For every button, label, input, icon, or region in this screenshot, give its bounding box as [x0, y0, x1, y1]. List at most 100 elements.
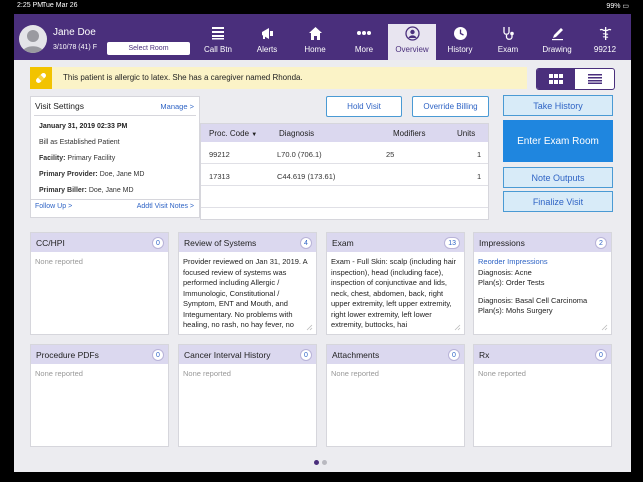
- table-row-empty: [201, 187, 488, 208]
- visit-date: January 31, 2019 02:33 PM: [39, 123, 128, 130]
- grid-view-button[interactable]: [537, 69, 575, 89]
- status-time: 2:25 PM: [17, 2, 44, 9]
- card-cancer-interval-history[interactable]: Cancer Interval History 0 None reported: [178, 344, 317, 447]
- card-rx[interactable]: Rx 0 None reported: [473, 344, 612, 447]
- card-empty-text: None reported: [35, 257, 83, 266]
- top-navigation-bar: Jane Doe 3/10/78 (41) F Select Room Call…: [14, 14, 631, 60]
- resize-handle-icon[interactable]: [306, 324, 313, 331]
- card-attachments[interactable]: Attachments 0 None reported: [326, 344, 465, 447]
- page-dot-active[interactable]: [314, 460, 319, 465]
- nav-exam[interactable]: Exam: [484, 24, 532, 60]
- visit-settings-title: Visit Settings: [35, 101, 84, 111]
- cell-diagnosis: C44.619 (173.61): [277, 172, 336, 181]
- card-title: Impressions: [479, 238, 525, 248]
- nav-label: 99212: [593, 45, 617, 54]
- allergy-banner[interactable]: This patient is allergic to latex. She h…: [30, 67, 527, 89]
- patient-avatar[interactable]: [19, 25, 47, 53]
- impression-diagnosis: Diagnosis: Acne: [478, 267, 532, 277]
- card-exam[interactable]: Exam 13 Exam - Full Skin: scalp (includi…: [326, 232, 465, 335]
- count-badge: 0: [300, 349, 312, 361]
- patient-name: Jane Doe: [53, 27, 96, 38]
- visit-settings-details: January 31, 2019 02:33 PM Bill as Establ…: [34, 115, 196, 199]
- card-header: Impressions 2: [474, 233, 611, 252]
- card-header: Rx 0: [474, 345, 611, 364]
- card-impressions[interactable]: Impressions 2 Reorder Impressions Diagno…: [473, 232, 612, 335]
- header-modifiers: Modifiers: [393, 129, 426, 138]
- bill-as-status: Bill as Established Patient: [39, 139, 120, 146]
- cell-units: 1: [477, 150, 482, 159]
- avatar-silhouette-icon: [22, 30, 44, 53]
- view-toggle: [536, 68, 615, 90]
- card-empty-text: None reported: [478, 369, 526, 378]
- visit-notes-link[interactable]: Addtl Visit Notes >: [137, 203, 194, 210]
- nav-alerts[interactable]: Alerts: [243, 24, 291, 60]
- more-dots-icon: [354, 24, 374, 42]
- nav-billing-code[interactable]: 99212: [581, 24, 629, 60]
- nav-call-button[interactable]: Call Btn: [194, 24, 242, 60]
- status-date: Tue Mar 26: [42, 2, 78, 9]
- hold-visit-button[interactable]: Hold Visit: [326, 96, 402, 117]
- card-header: Cancer Interval History 0: [179, 345, 316, 364]
- card-cc-hpi[interactable]: CC/HPI 0 None reported: [30, 232, 169, 335]
- call-button-icon: [208, 24, 228, 42]
- override-billing-button[interactable]: Override Billing: [412, 96, 489, 117]
- nav-drawing[interactable]: Drawing: [533, 24, 581, 60]
- patient-dob: 3/10/78 (41) F: [53, 44, 97, 51]
- nav-more[interactable]: More: [340, 24, 388, 60]
- card-title: Rx: [479, 350, 490, 360]
- list-icon: [587, 74, 602, 84]
- nav-home[interactable]: Home: [291, 24, 339, 60]
- manage-link[interactable]: Manage >: [160, 102, 194, 111]
- reorder-impressions-link[interactable]: Reorder Impressions: [478, 257, 607, 268]
- provider-value: Doe, Jane MD: [99, 171, 145, 178]
- enter-exam-room-button[interactable]: Enter Exam Room: [503, 120, 613, 162]
- select-room-button[interactable]: Select Room: [107, 42, 190, 55]
- visit-settings-footer: Follow Up > Addtl Visit Notes >: [31, 199, 199, 217]
- facility-value: Primary Facility: [67, 155, 116, 162]
- note-outputs-button[interactable]: Note Outputs: [503, 167, 613, 188]
- table-row[interactable]: 99212 L70.0 (706.1) 25 1: [201, 143, 488, 164]
- stethoscope-icon: [498, 24, 518, 42]
- app-window: Jane Doe 3/10/78 (41) F Select Room Call…: [14, 14, 631, 472]
- page-indicator[interactable]: [312, 460, 332, 466]
- cell-units: 1: [477, 172, 482, 181]
- cell-proc-code: 99212: [209, 150, 230, 159]
- card-title: Procedure PDFs: [36, 350, 99, 360]
- count-badge: 0: [595, 349, 607, 361]
- biller-value: Doe, Jane MD: [88, 187, 134, 194]
- card-empty-text: None reported: [331, 369, 379, 378]
- list-view-button[interactable]: [575, 69, 614, 89]
- card-header: Procedure PDFs 0: [31, 345, 168, 364]
- card-title: Cancer Interval History: [184, 350, 271, 360]
- follow-up-link[interactable]: Follow Up >: [35, 203, 72, 210]
- nav-label: Exam: [497, 45, 519, 54]
- table-row[interactable]: 17313 C44.619 (173.61) 1: [201, 165, 488, 186]
- card-procedure-pdfs[interactable]: Procedure PDFs 0 None reported: [30, 344, 169, 447]
- page-dot[interactable]: [322, 460, 327, 465]
- table-header: Proc. Code ▼ Diagnosis Modifiers Units: [201, 124, 488, 142]
- resize-handle-icon[interactable]: [601, 324, 608, 331]
- take-history-button[interactable]: Take History: [503, 95, 613, 116]
- impressions-list: Reorder Impressions Diagnosis: Acne Plan…: [478, 257, 607, 317]
- count-badge: 2: [595, 237, 607, 249]
- caduceus-icon: [595, 24, 615, 42]
- finalize-visit-button[interactable]: Finalize Visit: [503, 191, 613, 212]
- biller-row: Primary Biller: Doe, Jane MD: [39, 187, 134, 194]
- nav-label: More: [354, 45, 374, 54]
- cell-modifiers: 25: [386, 150, 395, 159]
- nav-overview[interactable]: Overview: [388, 24, 436, 60]
- card-review-of-systems[interactable]: Review of Systems 4 Provider reviewed on…: [178, 232, 317, 335]
- nav-history[interactable]: History: [436, 24, 484, 60]
- nav-label: Alerts: [256, 45, 278, 54]
- nav-label: Overview: [395, 45, 429, 54]
- header-proc-code[interactable]: Proc. Code ▼: [209, 129, 257, 138]
- cell-diagnosis: L70.0 (706.1): [277, 150, 322, 159]
- card-header: Exam 13: [327, 233, 464, 252]
- resize-handle-icon[interactable]: [454, 324, 461, 331]
- provider-row: Primary Provider: Doe, Jane MD: [39, 171, 144, 178]
- card-empty-text: None reported: [183, 369, 231, 378]
- pen-icon: [547, 24, 567, 42]
- count-badge: 0: [152, 349, 164, 361]
- card-text: Exam - Full Skin: scalp (including hair …: [331, 257, 457, 329]
